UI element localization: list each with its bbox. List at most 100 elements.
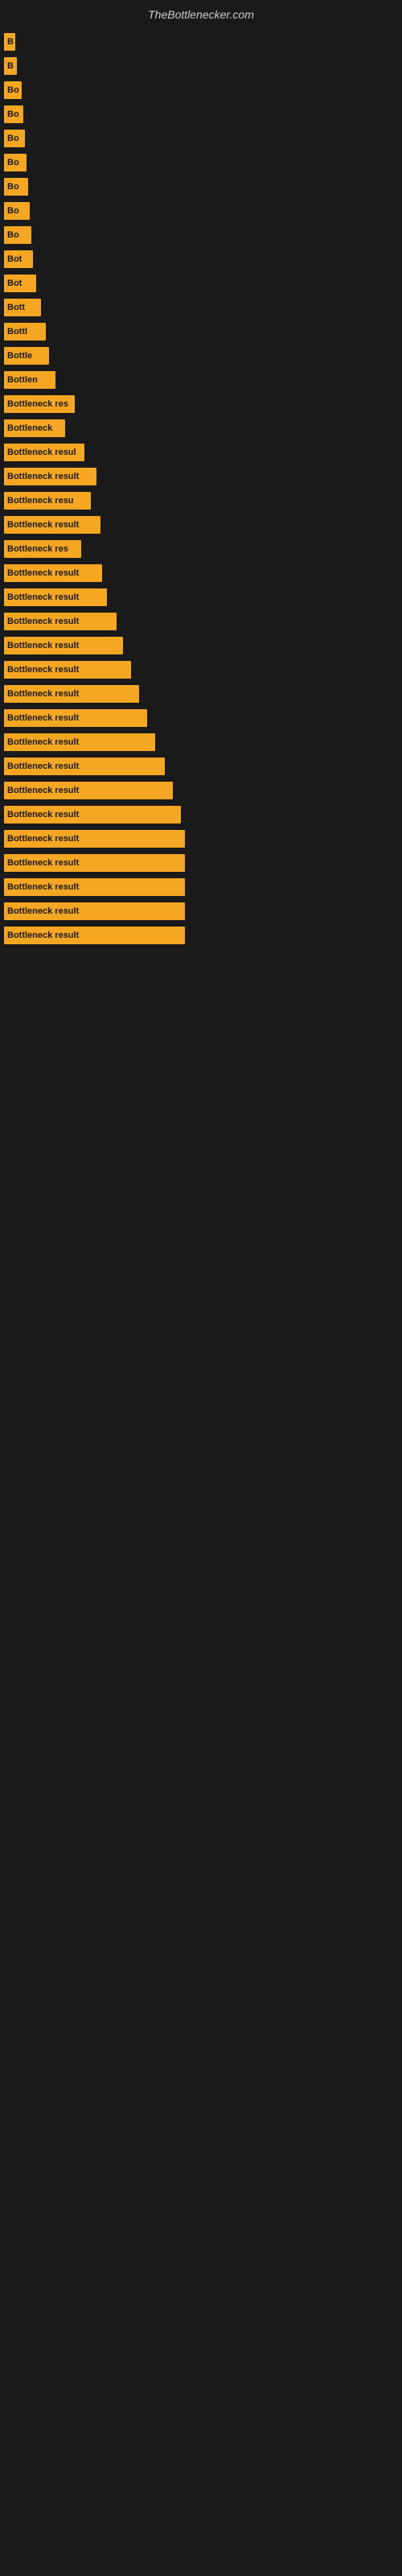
result-bar: Bottleneck result (4, 516, 100, 534)
bar-label: Bo (7, 230, 19, 240)
bar-label: Bottleneck result (7, 472, 79, 481)
result-bar: Bottleneck result (4, 733, 155, 751)
bar-row: Bo (4, 202, 394, 220)
bars-container: BB Bo Bo Bo Bo Bo Bo Bo Bot Bot Bott Bottl Bottle Bot… (0, 25, 402, 959)
bar-label: Bo (7, 134, 19, 143)
result-bar: Bottleneck result (4, 854, 185, 872)
result-bar: Bo (4, 81, 22, 99)
result-bar: Bo (4, 105, 23, 123)
bar-row: Bottleneck result (4, 709, 394, 727)
result-bar: Bottleneck result (4, 758, 165, 775)
result-bar: Bottle (4, 347, 49, 365)
result-bar: Bottleneck result (4, 661, 131, 679)
bar-label: Bottleneck result (7, 520, 79, 530)
result-bar: Bottleneck result (4, 806, 181, 824)
bar-label: Bott (7, 303, 25, 312)
bar-label: Bottleneck result (7, 882, 79, 892)
bar-label: Bottleneck result (7, 592, 79, 602)
bar-label: Bottleneck result (7, 713, 79, 723)
bar-row: Bo (4, 226, 394, 244)
result-bar: Bottl (4, 323, 46, 341)
bar-label: Bo (7, 85, 19, 95)
bar-row: B (4, 57, 394, 75)
bar-row: Bot (4, 250, 394, 268)
bar-label: Bottle (7, 351, 32, 361)
bar-row: Bottleneck result (4, 927, 394, 944)
bar-label: Bottleneck result (7, 617, 79, 626)
bar-label: Bottleneck result (7, 762, 79, 771)
bar-row: Bottleneck result (4, 733, 394, 751)
bar-row: Bottle (4, 347, 394, 365)
bar-row: Bot (4, 275, 394, 292)
bar-row: Bottl (4, 323, 394, 341)
result-bar: B (4, 57, 17, 75)
bar-label: Bo (7, 206, 19, 216)
bar-label: Bottleneck result (7, 737, 79, 747)
bar-row: Bottleneck res (4, 540, 394, 558)
bar-label: Bottl (7, 327, 27, 336)
result-bar: Bottleneck res (4, 395, 75, 413)
result-bar: Bottleneck result (4, 637, 123, 654)
bar-label: Bot (7, 254, 22, 264)
result-bar: Bot (4, 275, 36, 292)
result-bar: Bottleneck result (4, 564, 102, 582)
bar-label: Bottleneck result (7, 641, 79, 650)
bar-row: Bottleneck result (4, 661, 394, 679)
bar-row: Bo (4, 105, 394, 123)
bar-row: Bottleneck result (4, 854, 394, 872)
bar-row: Bottleneck result (4, 516, 394, 534)
bar-row: Bottleneck result (4, 878, 394, 896)
result-bar: Bottlen (4, 371, 55, 389)
bar-row: Bo (4, 130, 394, 147)
bar-label: Bottleneck (7, 423, 52, 433)
header: TheBottlenecker.com (0, 0, 402, 25)
bar-label: Bottleneck resu (7, 496, 74, 506)
result-bar: Bot (4, 250, 33, 268)
bar-label: B (7, 37, 14, 47)
bar-row: Bo (4, 178, 394, 196)
bar-row: Bottleneck result (4, 637, 394, 654)
result-bar: Bottleneck result (4, 830, 185, 848)
result-bar: Bo (4, 178, 28, 196)
bar-row: Bottleneck result (4, 588, 394, 606)
result-bar: Bottleneck result (4, 613, 117, 630)
bar-label: Bottleneck result (7, 786, 79, 795)
result-bar: Bottleneck result (4, 927, 185, 944)
result-bar: Bottleneck resu (4, 492, 91, 510)
bar-row: Bottleneck result (4, 468, 394, 485)
bar-label: Bottleneck result (7, 689, 79, 699)
result-bar: Bottleneck resul (4, 444, 84, 461)
bar-label: Bot (7, 279, 22, 288)
result-bar: B (4, 33, 15, 51)
bar-label: Bo (7, 182, 19, 192)
bar-label: Bottleneck result (7, 931, 79, 940)
bar-row: Bottleneck res (4, 395, 394, 413)
bar-row: B (4, 33, 394, 51)
bar-label: Bottleneck result (7, 568, 79, 578)
site-title: TheBottlenecker.com (0, 0, 402, 25)
result-bar: Bottleneck result (4, 709, 147, 727)
result-bar: Bott (4, 299, 41, 316)
bar-row: Bo (4, 154, 394, 171)
bar-row: Bottleneck result (4, 902, 394, 920)
bar-row: Bott (4, 299, 394, 316)
bar-row: Bottleneck result (4, 564, 394, 582)
bar-label: Bottleneck resul (7, 448, 76, 457)
bar-row: Bo (4, 81, 394, 99)
bar-label: Bottleneck result (7, 834, 79, 844)
result-bar: Bottleneck result (4, 588, 107, 606)
bar-row: Bottlen (4, 371, 394, 389)
result-bar: Bottleneck result (4, 878, 185, 896)
bar-row: Bottleneck result (4, 782, 394, 799)
bar-row: Bottleneck resul (4, 444, 394, 461)
bar-label: Bottleneck result (7, 858, 79, 868)
bar-row: Bottleneck result (4, 685, 394, 703)
result-bar: Bottleneck result (4, 902, 185, 920)
bar-row: Bottleneck result (4, 806, 394, 824)
bar-label: Bottlen (7, 375, 38, 385)
result-bar: Bottleneck result (4, 685, 139, 703)
result-bar: Bo (4, 130, 25, 147)
bar-label: Bottleneck result (7, 665, 79, 675)
bar-label: Bottleneck res (7, 399, 68, 409)
result-bar: Bo (4, 154, 27, 171)
